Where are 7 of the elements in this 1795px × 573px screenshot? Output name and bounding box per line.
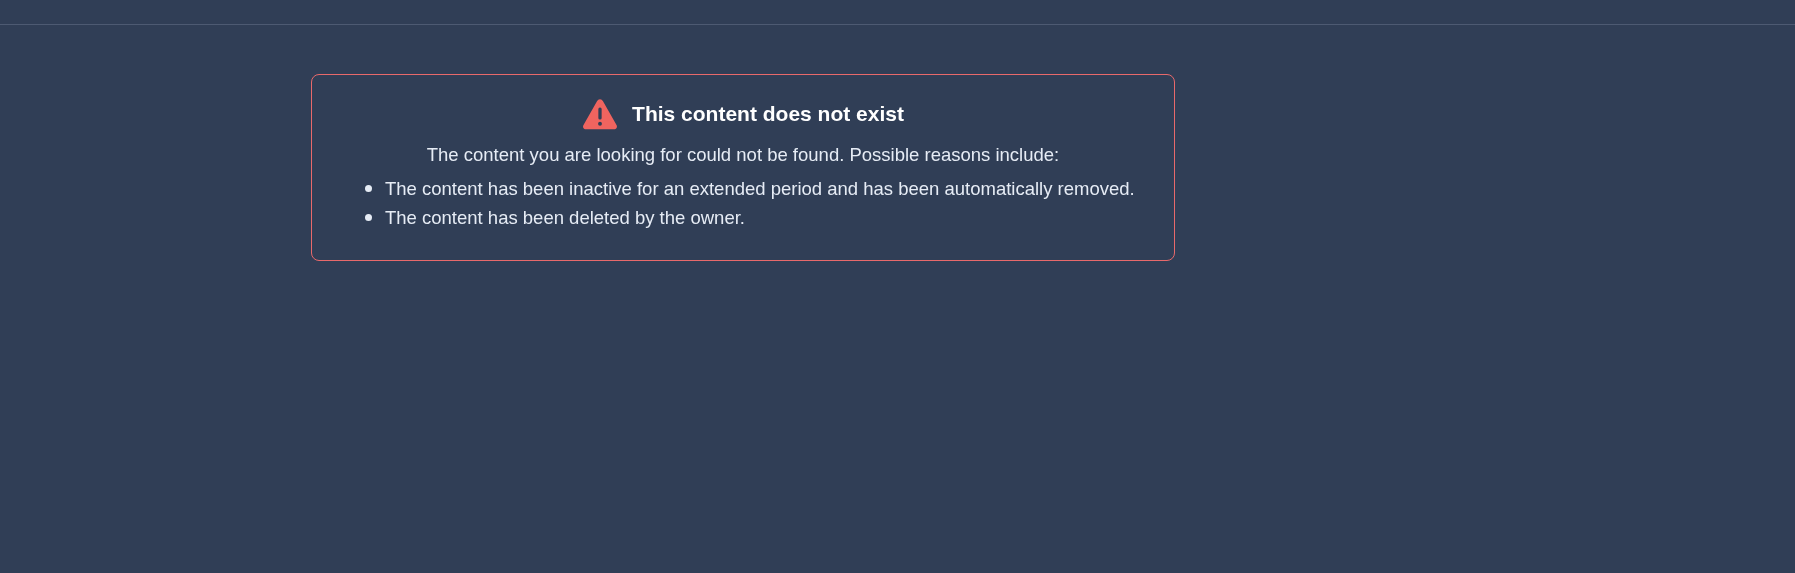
notice-message: The content you are looking for could not be found. Possible reasons include: [425,144,1061,166]
reason-text: The content has been inactive for an extended period and has been automatically removed. [385,177,1135,201]
bullet-icon [365,214,372,221]
reason-text: The content has been deleted by the owner. [385,206,745,230]
warning-icon [582,97,619,130]
notice-title: This content does not exist [632,101,904,126]
bullet-icon [365,185,372,192]
